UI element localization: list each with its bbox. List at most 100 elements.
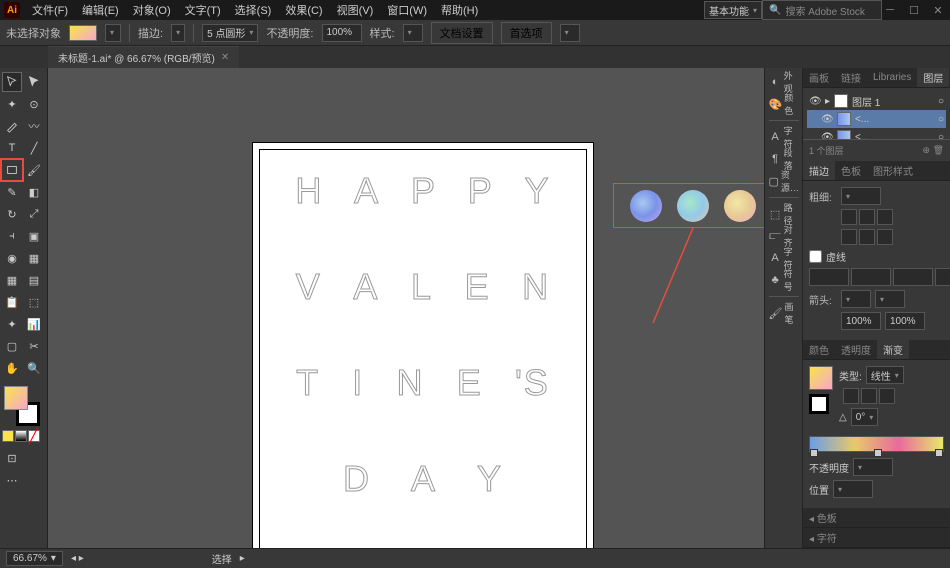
- rectangle-tool[interactable]: [2, 160, 22, 180]
- corner-miter[interactable]: [841, 229, 857, 245]
- width-tool[interactable]: ⫞: [2, 226, 22, 246]
- menu-view[interactable]: 视图(V): [331, 0, 380, 20]
- eyedropper-tool[interactable]: 📋: [2, 292, 22, 312]
- line-tool[interactable]: ╱: [24, 138, 44, 158]
- tab-links[interactable]: 链接: [835, 68, 867, 87]
- dash-checkbox[interactable]: [809, 250, 822, 263]
- shape-builder-tool[interactable]: ◉: [2, 248, 22, 268]
- gradient-type[interactable]: 线性: [866, 366, 904, 384]
- lasso-tool[interactable]: ⊙: [24, 94, 44, 114]
- curvature-tool[interactable]: 〰: [24, 116, 44, 136]
- layer-row[interactable]: 👁▸图层 1○: [807, 92, 946, 110]
- eraser-tool[interactable]: ◧: [24, 182, 44, 202]
- column-graph-tool[interactable]: 📊: [24, 314, 44, 334]
- cap-butt[interactable]: [841, 209, 857, 225]
- strip-character2[interactable]: A字符: [767, 248, 801, 268]
- corner-bevel[interactable]: [877, 229, 893, 245]
- document-tab[interactable]: 未标题-1.ai* @ 66.67% (RGB/预览) ✕: [48, 46, 239, 68]
- style-dropdown[interactable]: [403, 24, 423, 42]
- scale-tool[interactable]: ⤢: [24, 204, 44, 224]
- tab-close[interactable]: ✕: [221, 52, 229, 63]
- slice-tool[interactable]: ✂: [24, 336, 44, 356]
- opacity-input[interactable]: 100%: [322, 24, 362, 42]
- grad-position[interactable]: [833, 480, 873, 498]
- strip-appearance[interactable]: ◐外观: [767, 72, 801, 92]
- artboard-tool[interactable]: ▢: [2, 336, 22, 356]
- zoom-tool[interactable]: 🔍: [24, 358, 44, 378]
- edit-toolbar[interactable]: ⋯: [2, 470, 22, 490]
- preferences-button[interactable]: 首选项: [501, 22, 552, 44]
- menu-effect[interactable]: 效果(C): [279, 0, 328, 20]
- hand-tool[interactable]: ✋: [2, 358, 22, 378]
- menu-file[interactable]: 文件(F): [26, 0, 74, 20]
- gradient-angle[interactable]: 0°: [851, 408, 879, 426]
- type-tool[interactable]: T: [2, 138, 22, 158]
- menu-edit[interactable]: 编辑(E): [76, 0, 125, 20]
- tab-color[interactable]: 颜色: [803, 340, 835, 359]
- menu-type[interactable]: 文字(T): [179, 0, 227, 20]
- screen-mode[interactable]: ⊡: [2, 448, 22, 468]
- fill-swatch[interactable]: [69, 25, 97, 41]
- scale-input[interactable]: 100%: [841, 312, 881, 330]
- tab-stroke[interactable]: 描边: [803, 161, 835, 180]
- stroke-weight-input[interactable]: [841, 187, 881, 205]
- tab-character2[interactable]: ◂ 字符: [803, 528, 843, 547]
- shaper-tool[interactable]: ✎: [2, 182, 22, 202]
- cap-square[interactable]: [877, 209, 893, 225]
- stroke-weight-dropdown[interactable]: 5 点圆形: [202, 24, 258, 42]
- grad-stroke-2[interactable]: [861, 388, 877, 404]
- fill-dropdown[interactable]: [105, 24, 121, 42]
- tab-gradient[interactable]: 渐变: [877, 340, 909, 359]
- strip-align[interactable]: ⫍对齐: [767, 226, 801, 246]
- free-transform-tool[interactable]: ▣: [24, 226, 44, 246]
- zoom-level[interactable]: 66.67%▾: [6, 551, 63, 566]
- gradient-circle-3[interactable]: [724, 190, 756, 222]
- magic-wand-tool[interactable]: ✦: [2, 94, 22, 114]
- blend-tool[interactable]: ⬚: [24, 292, 44, 312]
- grad-opacity[interactable]: [853, 458, 893, 476]
- gradient-preview[interactable]: [809, 366, 833, 390]
- tab-swatches[interactable]: 色板: [835, 161, 867, 180]
- strip-character[interactable]: A字符: [767, 127, 801, 147]
- direct-selection-tool[interactable]: [24, 72, 44, 92]
- menu-object[interactable]: 对象(O): [127, 0, 177, 20]
- cap-round[interactable]: [859, 209, 875, 225]
- tab-artboards[interactable]: 画板: [803, 68, 835, 87]
- prefs-dropdown[interactable]: [560, 24, 580, 42]
- visibility-icon[interactable]: 👁: [821, 132, 833, 140]
- menu-help[interactable]: 帮助(H): [435, 0, 484, 20]
- menu-select[interactable]: 选择(S): [229, 0, 278, 20]
- tab-transparency[interactable]: 透明度: [835, 340, 877, 359]
- corner-round[interactable]: [859, 229, 875, 245]
- strip-color[interactable]: 🎨颜色: [767, 94, 801, 114]
- tab-swatches2[interactable]: ◂ 色板: [803, 508, 843, 527]
- symbol-sprayer-tool[interactable]: ✦: [2, 314, 22, 334]
- fill-stroke-indicator[interactable]: [2, 386, 42, 426]
- tab-libraries[interactable]: Libraries: [867, 70, 917, 85]
- gradient-circle-2[interactable]: [677, 190, 709, 222]
- visibility-icon[interactable]: 👁: [821, 114, 833, 125]
- pen-tool[interactable]: [2, 116, 22, 136]
- strip-symbols[interactable]: ♣符号: [767, 270, 801, 290]
- menu-window[interactable]: 窗口(W): [381, 0, 433, 20]
- selection-tool[interactable]: [2, 72, 22, 92]
- grad-stroke-3[interactable]: [879, 388, 895, 404]
- grad-stroke-1[interactable]: [843, 388, 859, 404]
- search-input[interactable]: 🔍搜索 Adobe Stock: [762, 0, 882, 20]
- gradient-slider[interactable]: [809, 436, 944, 452]
- strip-assets[interactable]: ▢资源…: [767, 171, 801, 191]
- workspace-selector[interactable]: 基本功能: [704, 1, 762, 19]
- gradient-circle-1[interactable]: [630, 190, 662, 222]
- arrow-start[interactable]: [841, 290, 871, 308]
- rotate-tool[interactable]: ↻: [2, 204, 22, 224]
- stroke-dropdown[interactable]: [171, 24, 185, 42]
- window-minimize[interactable]: ─: [882, 4, 898, 17]
- arrow-end[interactable]: [875, 290, 905, 308]
- document-setup-button[interactable]: 文档设置: [431, 22, 493, 44]
- tab-layers[interactable]: 图层: [917, 68, 949, 87]
- visibility-icon[interactable]: 👁: [809, 96, 821, 107]
- strip-pathfinder[interactable]: ⬚路径: [767, 204, 801, 224]
- window-maximize[interactable]: ☐: [906, 4, 922, 17]
- canvas[interactable]: HAPPY VALEN TINE'S DAY !: [48, 68, 764, 548]
- window-close[interactable]: ✕: [930, 4, 946, 17]
